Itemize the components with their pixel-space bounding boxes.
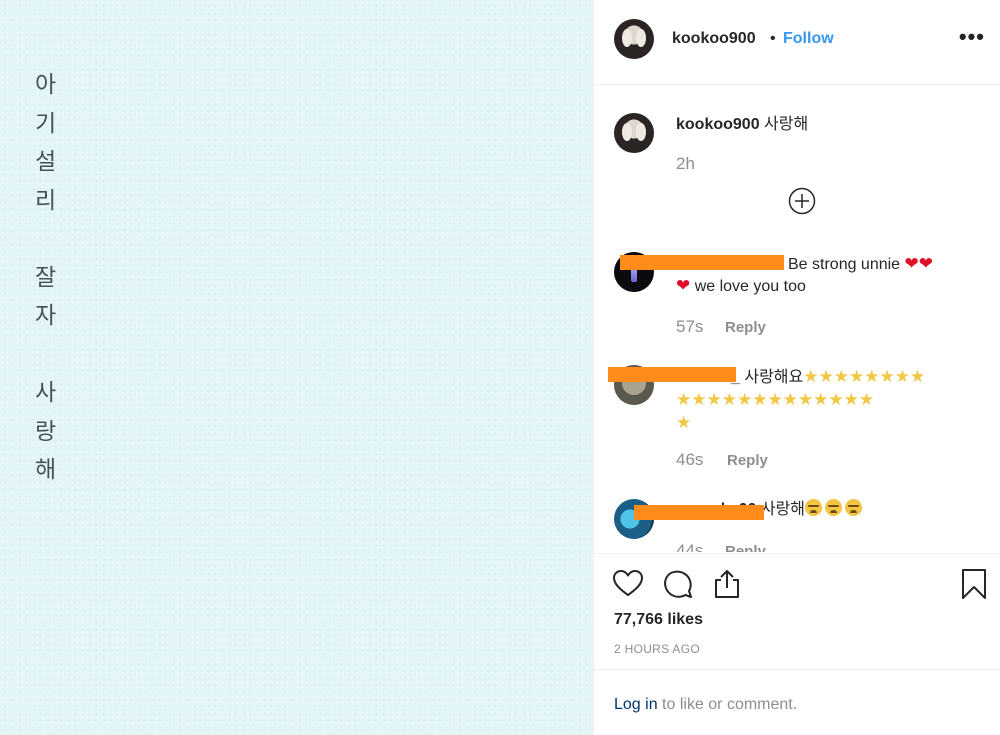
caption-text: kookoo900 사랑해 [676,114,808,136]
heart-icon[interactable] [612,568,644,600]
image-text-char: 설 [35,149,57,175]
follow-button[interactable]: Follow [783,30,834,48]
heart-emoji-icon: ❤ [676,276,691,296]
comment-message: Be strong unnie [788,256,901,273]
login-text: Log in to like or comment. [614,696,797,714]
post-image[interactable]: 아 기 설 리 잘 자 사 랑 해 [0,0,593,735]
more-icon[interactable]: ••• [959,24,985,50]
login-link[interactable]: Log in [614,696,658,713]
image-text-char: 해 [35,457,57,483]
comment-message: 사랑해 [760,501,805,518]
comments-list[interactable]: kookoo900 사랑해 2h Be strong unnie ❤❤ ❤ we… [594,86,1000,552]
share-icon[interactable] [711,568,743,600]
comment-time: 44s [676,541,704,552]
image-text-char: 자 [35,303,57,329]
comment-time: 46s [676,450,704,469]
post-side-panel: kookoo900 • Follow ••• kookoo900 사랑해 2h [593,0,1000,735]
comment-text: Be strong unnie ❤❤ [788,253,933,276]
post-actions: 77,766 likes 2 HOURS AGO [594,553,1000,669]
redacted-username [620,255,784,270]
comment-icon[interactable] [662,568,694,600]
comment-message: we love you too [694,278,806,295]
comment-time: 57s [676,317,704,336]
star-emoji-icon: ★★★★★★★★★★★★★ [676,390,875,410]
heart-emoji-icon: ❤❤ [904,254,934,274]
crying-emoji-icon [845,499,862,516]
post-image-text: 아 기 설 리 잘 자 사 랑 해 [35,66,65,490]
caption-message: 사랑해 [764,116,809,133]
comment-text: _ 사랑해요★★★★★★★★ ★★★★★★★★★★★★★ ★ [676,366,976,435]
image-text-char: 기 [35,110,57,137]
post-time[interactable]: 2 HOURS AGO [614,642,700,656]
bookmark-icon[interactable] [958,568,990,600]
caption-username[interactable]: kookoo900 [676,116,760,133]
header-separator: • [770,30,776,47]
image-text-char: 리 [35,187,57,214]
login-prompt: Log in to like or comment. [594,669,1000,735]
image-text-char [35,336,65,375]
image-text-char [35,220,65,259]
post-header: kookoo900 • Follow ••• [594,0,1000,85]
author-username[interactable]: kookoo900 [672,30,756,48]
image-text-char: 잘 [35,264,57,291]
crying-emoji-icon [805,499,822,516]
star-emoji-icon: ★ [676,413,692,433]
star-emoji-icon: ★★★★★★★★ [803,367,926,387]
comment-username[interactable]: _ [731,369,740,386]
caption-avatar[interactable] [614,113,654,153]
crying-emoji-icon [825,499,842,516]
image-text-char: 랑 [35,418,57,445]
reply-button[interactable]: Reply [725,319,766,336]
comment-text-line2: ❤ we love you too [676,275,806,298]
reply-button[interactable]: Reply [727,452,768,469]
login-suffix: to like or comment. [657,696,798,713]
redacted-username [634,505,764,520]
caption-time: 2h [676,154,695,173]
instagram-post: 아 기 설 리 잘 자 사 랑 해 kookoo900 • Follow •••… [0,0,1000,735]
image-text-char: 아 [35,72,57,98]
reply-button[interactable]: Reply [725,543,766,552]
image-text-char: 사 [35,380,57,406]
load-more-icon[interactable] [787,186,817,216]
likes-count[interactable]: 77,766 likes [614,611,703,629]
author-avatar[interactable] [614,19,654,59]
comment-message: 사랑해요 [744,369,804,386]
